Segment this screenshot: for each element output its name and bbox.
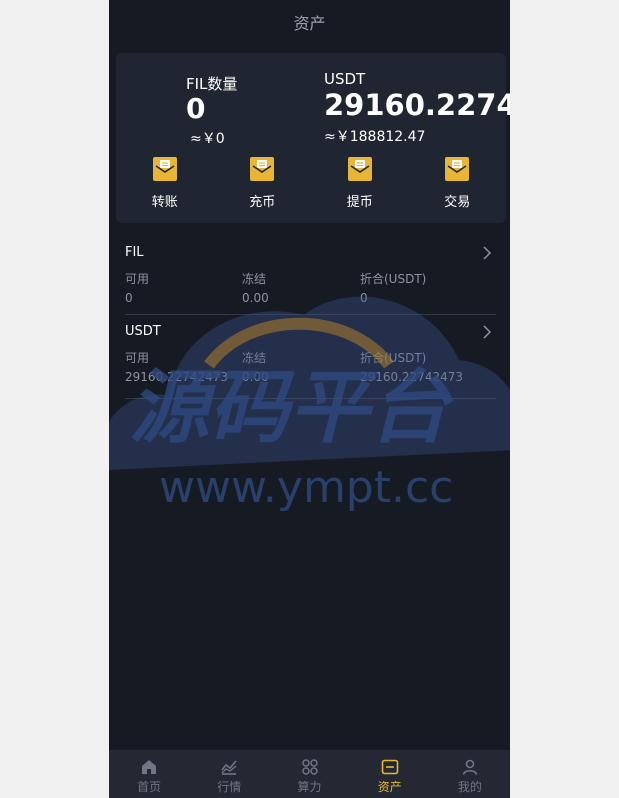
usdt-balance: USDT 29160.2274 ≈￥188812.47 xyxy=(324,70,510,146)
trade-icon xyxy=(445,157,470,181)
page-header: 资产 xyxy=(109,0,510,44)
asset-name: USDT xyxy=(125,324,161,339)
nav-market-label: 行情 xyxy=(217,780,242,794)
usdt-balance-cny: ≈￥188812.47 xyxy=(324,129,426,145)
nav-hashrate-label: 算力 xyxy=(297,780,322,794)
fil-balance: FIL数量 0 ≈￥0 xyxy=(186,73,237,148)
user-icon xyxy=(462,759,478,775)
watermark-url: www.ympt.cc xyxy=(159,462,453,513)
usdt-balance-amount: 29160.2274 xyxy=(324,88,510,122)
nav-assets[interactable]: 资产 xyxy=(350,750,430,798)
deposit-icon xyxy=(250,157,275,181)
nav-home-label: 首页 xyxy=(137,780,162,794)
trade-label: 交易 xyxy=(444,195,471,210)
nav-home[interactable]: 首页 xyxy=(109,750,189,798)
deposit-button[interactable]: 充币 xyxy=(232,157,292,217)
action-bar: 转账 充币 提币 交易 xyxy=(116,157,506,217)
transfer-label: 转账 xyxy=(151,195,178,210)
transfer-button[interactable]: 转账 xyxy=(135,157,195,217)
converted-value: 29160.22742473 xyxy=(360,370,464,384)
nav-assets-label: 资产 xyxy=(377,780,402,794)
nav-market[interactable]: 行情 xyxy=(189,750,269,798)
frozen-label: 冻结 xyxy=(242,351,267,365)
asset-name: FIL xyxy=(125,245,144,260)
app-screen: 资产 FIL数量 0 ≈￥0 USDT 29160.2274 ≈￥188812.… xyxy=(109,0,510,798)
available-label: 可用 xyxy=(125,272,150,286)
trade-button[interactable]: 交易 xyxy=(427,157,487,217)
converted-label: 折合(USDT) xyxy=(360,272,427,286)
available-label: 可用 xyxy=(125,351,150,365)
page-title: 资产 xyxy=(293,14,326,33)
withdraw-button[interactable]: 提币 xyxy=(330,157,390,217)
nav-profile-label: 我的 xyxy=(457,780,482,794)
frozen-label: 冻结 xyxy=(242,272,267,286)
fil-balance-label: FIL数量 xyxy=(186,75,238,93)
asset-list: FIL 可用 0 冻结 0.00 折合(USDT) 0 USDT 可用 2916… xyxy=(109,236,510,399)
withdraw-label: 提币 xyxy=(346,195,373,210)
hashrate-icon xyxy=(301,759,318,775)
converted-value: 0 xyxy=(360,291,368,305)
frozen-value: 0.00 xyxy=(242,291,269,305)
frozen-column: 冻结 0.00 xyxy=(242,270,269,305)
withdraw-icon xyxy=(347,157,372,181)
frozen-value: 0.00 xyxy=(242,370,269,384)
chevron-right-icon xyxy=(483,325,492,339)
frozen-column: 冻结 0.00 xyxy=(242,349,269,384)
converted-label: 折合(USDT) xyxy=(360,351,427,365)
bottom-nav: 首页 行情 算力 资产 我的 xyxy=(109,750,510,798)
transfer-icon xyxy=(152,157,177,181)
available-column: 可用 29160.22742473 xyxy=(125,349,228,384)
balance-card: FIL数量 0 ≈￥0 USDT 29160.2274 ≈￥188812.47 … xyxy=(116,53,510,223)
nav-hashrate[interactable]: 算力 xyxy=(269,750,349,798)
available-column: 可用 0 xyxy=(125,270,149,305)
available-value: 29160.22742473 xyxy=(125,370,229,384)
deposit-label: 充币 xyxy=(249,195,276,210)
asset-row-fil[interactable]: FIL 可用 0 冻结 0.00 折合(USDT) 0 xyxy=(125,236,496,315)
fil-balance-cny: ≈￥0 xyxy=(190,131,225,147)
fil-balance-amount: 0 xyxy=(186,92,206,125)
nav-profile[interactable]: 我的 xyxy=(430,750,510,798)
asset-row-usdt[interactable]: USDT 可用 29160.22742473 冻结 0.00 折合(USDT) … xyxy=(125,315,496,399)
converted-column: 折合(USDT) 29160.22742473 xyxy=(360,349,463,384)
wallet-icon xyxy=(381,759,399,775)
chevron-right-icon xyxy=(483,246,492,260)
usdt-balance-label: USDT xyxy=(324,70,366,88)
chart-icon xyxy=(221,760,237,775)
home-icon xyxy=(142,760,157,774)
available-value: 0 xyxy=(125,291,133,305)
converted-column: 折合(USDT) 0 xyxy=(360,270,426,305)
